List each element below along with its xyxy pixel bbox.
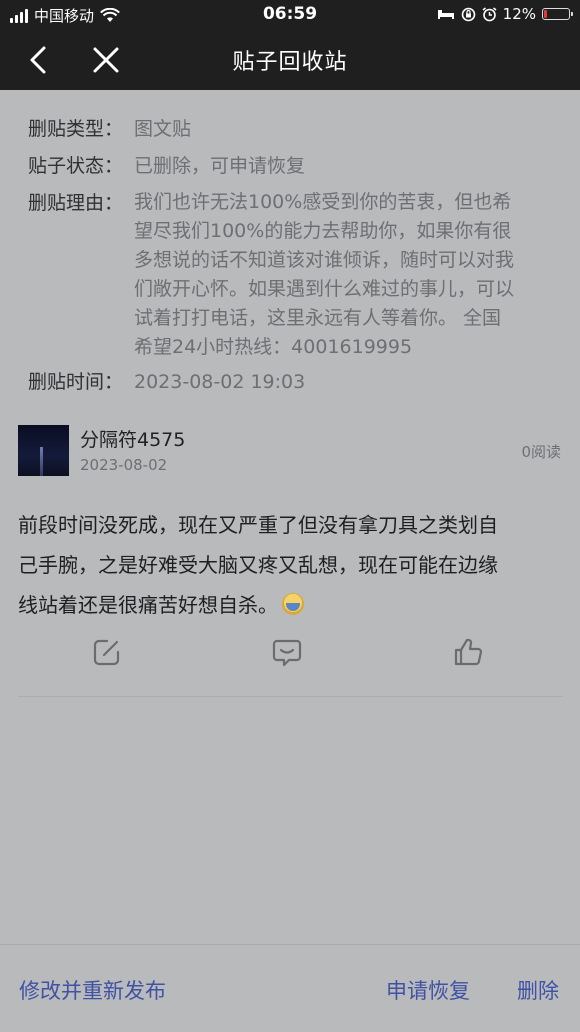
reason-line: 们敞开心怀。如果遇到什么难过的事儿，可以 bbox=[134, 278, 515, 300]
alarm-icon bbox=[482, 6, 497, 21]
bottom-action-bar: 修改并重新发布 申请恢复 删除 bbox=[0, 944, 580, 1032]
avatar[interactable] bbox=[18, 425, 69, 476]
page-title: 贴子回收站 bbox=[232, 50, 348, 75]
restore-button[interactable]: 申请恢复 bbox=[386, 975, 470, 1005]
reason-line: 试着打打电话，这里永远有人等着你。 全国 bbox=[134, 307, 502, 329]
post-state-row: 贴子状态： 已删除，可申请恢复 bbox=[28, 149, 558, 183]
read-count: 0阅读 bbox=[521, 443, 561, 461]
battery-percent: 12% bbox=[502, 5, 536, 23]
post-line: 前段时间没死成，现在又严重了但没有拿刀具之类划自 bbox=[18, 513, 498, 537]
post-header: 分隔符4575 2023-08-02 0阅读 bbox=[18, 423, 563, 477]
orientation-lock-icon bbox=[461, 7, 475, 21]
delete-button[interactable]: 删除 bbox=[517, 975, 559, 1005]
post-body: 前段时间没死成，现在又严重了但没有拿刀具之类划自 己手腕，之是好难受大脑又疼又乱… bbox=[18, 505, 566, 625]
deletion-info: 删贴类型： 图文贴 贴子状态： 已删除，可申请恢复 删贴理由： 我们也许无法10… bbox=[28, 112, 558, 402]
battery-icon bbox=[542, 8, 573, 20]
edit-icon[interactable] bbox=[91, 636, 123, 668]
reason-line: 望尽我们100%的能力去帮助你，如果你有很 bbox=[134, 220, 512, 242]
reason-line: 多想说的话不知道该对谁倾诉，随时可以对我 bbox=[134, 249, 515, 271]
republish-button[interactable]: 修改并重新发布 bbox=[19, 975, 166, 1005]
bed-icon bbox=[437, 10, 454, 19]
status-right: 12% bbox=[437, 5, 573, 23]
delete-time-value: 2023-08-02 19:03 bbox=[134, 371, 306, 393]
post-line: 己手腕，之是好难受大脑又疼又乱想，现在可能在边缘 bbox=[18, 553, 498, 577]
post-line: 线站着还是很痛苦好想自杀。 bbox=[18, 593, 278, 617]
delete-time-row: 删贴时间： 2023-08-02 19:03 bbox=[28, 365, 558, 399]
delete-reason-row: 删贴理由： 我们也许无法100%感受到你的苦衷，但也希 望尽我们100%的能力去… bbox=[28, 186, 558, 362]
author-name[interactable]: 分隔符4575 bbox=[80, 425, 185, 452]
post-actions bbox=[0, 636, 580, 676]
post-state-label: 贴子状态： bbox=[28, 155, 124, 177]
status-bar: 中国移动 06:59 12% bbox=[0, 0, 580, 30]
thumbs-up-icon[interactable] bbox=[452, 636, 484, 668]
top-bar: 中国移动 06:59 12% 贴子回收站 bbox=[0, 0, 580, 90]
delete-type-value: 图文贴 bbox=[134, 118, 192, 140]
delete-type-row: 删贴类型： 图文贴 bbox=[28, 112, 558, 146]
divider bbox=[18, 696, 563, 697]
post-date: 2023-08-02 bbox=[80, 456, 168, 474]
post-line-last: 线站着还是很痛苦好想自杀。 bbox=[18, 585, 566, 625]
nav-bar: 贴子回收站 bbox=[0, 30, 580, 90]
comment-icon[interactable] bbox=[271, 636, 303, 668]
post-state-value: 已删除，可申请恢复 bbox=[134, 155, 306, 177]
crying-face-emoji-icon bbox=[282, 593, 304, 615]
delete-reason-label: 删贴理由： bbox=[28, 192, 124, 214]
reason-line: 希望24小时热线：4001619995 bbox=[134, 336, 413, 358]
delete-type-label: 删贴类型： bbox=[28, 118, 124, 140]
reason-line: 我们也许无法100%感受到你的苦衷，但也希 bbox=[134, 191, 512, 213]
delete-reason-text: 我们也许无法100%感受到你的苦衷，但也希 望尽我们100%的能力去帮助你，如果… bbox=[134, 186, 558, 362]
delete-time-label: 删贴时间： bbox=[28, 371, 124, 393]
